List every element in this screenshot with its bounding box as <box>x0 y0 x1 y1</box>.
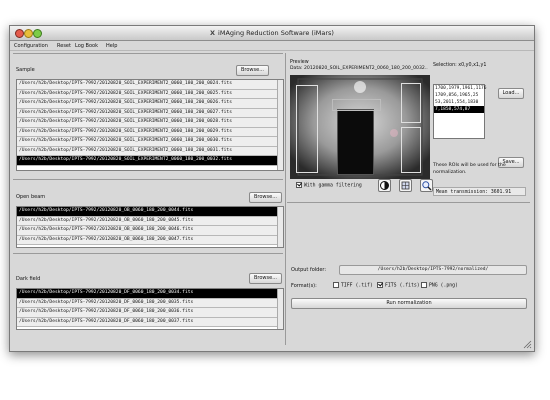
format-tiff-option[interactable]: TIFF (.tif) <box>333 282 373 289</box>
menu-reset[interactable]: Reset <box>57 43 71 49</box>
divider <box>287 202 530 203</box>
menu-log-book[interactable]: Log Book <box>75 43 98 49</box>
sample-browse-button[interactable]: Browse... <box>236 65 269 76</box>
file-row[interactable]: /Users/h2b/Desktop/IPTS-7992/20120820_DF… <box>17 298 283 308</box>
file-row[interactable]: /Users/h2b/Desktop/IPTS-7992/20120820_OB… <box>17 216 283 226</box>
selection-label: Selection: x0,y0,x1,y1 <box>433 63 487 68</box>
output-folder-field[interactable]: /Users/h2b/Desktop/IPTS-7992/normalized/ <box>339 265 527 275</box>
format-tiff-checkbox[interactable] <box>333 282 339 288</box>
roi-rectangle[interactable] <box>401 83 421 123</box>
gamma-filter-label: With gamma filtering <box>304 183 362 189</box>
file-row[interactable]: /Users/h2b/Desktop/IPTS-7992/20120820_SO… <box>17 118 283 128</box>
menu-configuration[interactable]: Configuration <box>14 43 48 49</box>
gamma-filter-checkbox[interactable] <box>296 182 302 188</box>
sample-shadow <box>337 109 374 175</box>
contrast-icon <box>380 181 389 190</box>
input-files-panel: Sample Browse... /Users/h2b/Desktop/IPTS… <box>13 53 284 346</box>
normalization-panel: Preview Data: 20120820_SOIL_EXPERIMENT2_… <box>287 53 530 346</box>
file-row[interactable]: /Users/h2b/Desktop/IPTS-7992/20120820_SO… <box>17 108 283 118</box>
sample-list-scrollbar[interactable] <box>277 80 283 170</box>
zoom-tool-button[interactable] <box>420 179 433 192</box>
format-label: Format(s): <box>291 283 317 289</box>
file-row[interactable]: /Users/h2b/Desktop/IPTS-7992/20120820_SO… <box>17 89 283 99</box>
roi-rectangle[interactable] <box>401 127 421 173</box>
file-row[interactable]: /Users/h2b/Desktop/IPTS-7992/20120820_SO… <box>17 99 283 109</box>
window-title-text: iMAging Reduction Software (iMars) <box>218 29 334 37</box>
roi-coordinate-row[interactable]: 1700,1979,1961,1176 <box>434 85 486 92</box>
file-row[interactable]: /Users/h2b/Desktop/IPTS-7992/20120820_DF… <box>17 308 283 318</box>
window-title: XiMAging Reduction Software (iMars) <box>10 29 534 37</box>
resize-grip-icon[interactable] <box>523 340 532 349</box>
file-row[interactable]: /Users/h2b/Desktop/IPTS-7992/20120820_OB… <box>17 235 283 245</box>
contrast-tool-button[interactable] <box>378 179 391 192</box>
open-beam-list-scrollbar[interactable] <box>277 207 283 247</box>
roi-coordinate-row[interactable]: 7,1858,574,87 <box>434 106 484 113</box>
roi-rectangle[interactable] <box>332 99 381 111</box>
file-row[interactable]: /Users/h2b/Desktop/IPTS-7992/20120820_OB… <box>17 207 283 217</box>
magnifier-icon <box>422 181 432 191</box>
roi-note: These ROIs will be used for the normaliz… <box>433 163 506 175</box>
load-roi-button[interactable]: Load... <box>498 88 524 99</box>
preview-label: Preview <box>290 60 309 65</box>
file-row[interactable]: /Users/h2b/Desktop/IPTS-7992/20120820_DF… <box>17 289 283 299</box>
mean-transmission-readout: Mean transmission: 3601.91 <box>433 187 526 196</box>
format-png-label: PNG (.png) <box>429 283 458 289</box>
file-row[interactable]: /Users/h2b/Desktop/IPTS-7992/20120820_SO… <box>17 127 283 137</box>
divider <box>13 253 283 254</box>
sample-label: Sample <box>16 67 35 73</box>
dark-field-browse-button[interactable]: Browse... <box>249 273 282 284</box>
format-fits-label: FITS (.fits) <box>385 283 420 289</box>
panel-divider <box>285 53 286 345</box>
menu-help[interactable]: Help <box>106 43 117 49</box>
format-fits-checkbox[interactable] <box>377 282 383 288</box>
preview-data-label: Data: 20120820_SOIL_EXPERIMENT2_0060_180… <box>290 66 428 71</box>
format-tiff-label: TIFF (.tif) <box>341 283 373 289</box>
output-folder-label: Output folder: <box>291 267 327 273</box>
x11-icon: X <box>210 29 216 37</box>
dark-field-label: Dark field <box>16 276 41 282</box>
grid-select-icon <box>401 181 410 190</box>
format-png-checkbox[interactable] <box>421 282 427 288</box>
file-row[interactable]: /Users/h2b/Desktop/IPTS-7992/20120820_DF… <box>17 317 283 327</box>
file-row[interactable]: /Users/h2b/Desktop/IPTS-7992/20120820_SO… <box>17 80 283 90</box>
divider <box>13 179 283 180</box>
file-row[interactable]: /Users/h2b/Desktop/IPTS-7992/20120820_SO… <box>17 146 283 156</box>
sample-file-list[interactable]: /Users/h2b/Desktop/IPTS-7992/20120820_SO… <box>16 79 284 171</box>
dark-field-file-list[interactable]: /Users/h2b/Desktop/IPTS-7992/20120820_DF… <box>16 288 284 330</box>
format-fits-option[interactable]: FITS (.fits) <box>377 282 420 289</box>
file-row[interactable]: /Users/h2b/Desktop/IPTS-7992/20120820_SO… <box>17 137 283 147</box>
divider <box>13 53 283 54</box>
open-beam-label: Open beam <box>16 194 46 200</box>
preview-image[interactable] <box>290 75 430 179</box>
dark-field-list-scrollbar[interactable] <box>277 289 283 329</box>
file-row[interactable]: /Users/h2b/Desktop/IPTS-7992/20120820_OB… <box>17 226 283 236</box>
file-row[interactable]: /Users/h2b/Desktop/IPTS-7992/20120820_SO… <box>17 156 283 166</box>
run-normalization-button[interactable]: Run normalization <box>291 298 527 309</box>
roi-coordinate-row[interactable]: 53,2011,554,1830 <box>434 99 484 106</box>
open-beam-file-list[interactable]: /Users/h2b/Desktop/IPTS-7992/20120820_OB… <box>16 206 284 248</box>
gamma-filter-option[interactable]: With gamma filtering <box>296 182 362 189</box>
roi-rectangle[interactable] <box>296 85 318 173</box>
app-window: XiMAging Reduction Software (iMars) Conf… <box>9 25 535 352</box>
roi-coordinate-row[interactable]: 1709,856,1965,25 <box>434 92 484 99</box>
roi-coordinate-list[interactable]: 1700,1979,1961,1176 1709,856,1965,25 53,20… <box>433 84 486 139</box>
title-bar: XiMAging Reduction Software (iMars) <box>10 26 534 41</box>
open-beam-browse-button[interactable]: Browse... <box>249 192 282 203</box>
format-png-option[interactable]: PNG (.png) <box>421 282 458 289</box>
menu-bar: Configuration Reset Log Book Help <box>10 41 534 51</box>
roi-tool-button[interactable] <box>399 179 412 192</box>
